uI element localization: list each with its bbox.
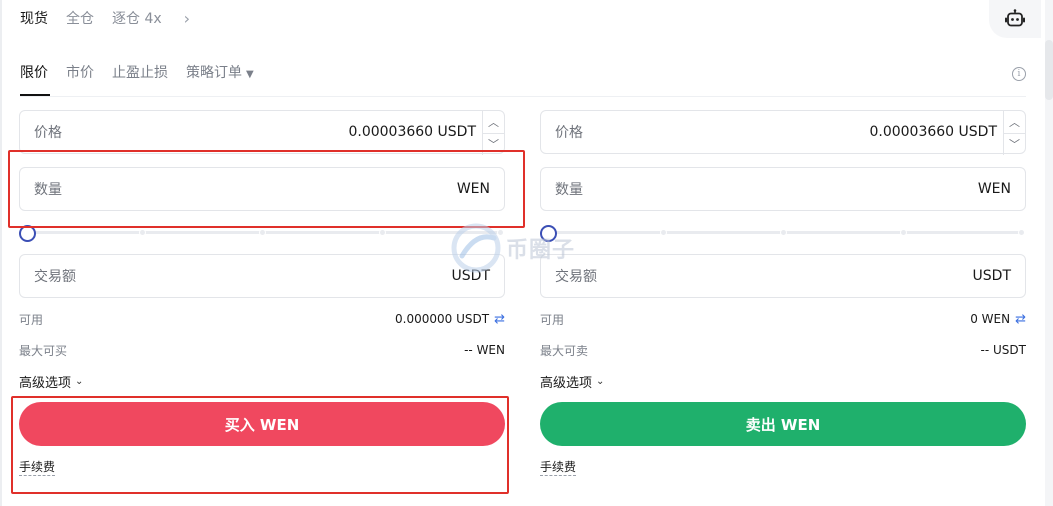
sell-max-row: 最大可卖 -- USDT [540, 340, 1026, 360]
slider-tick-25[interactable] [139, 229, 146, 236]
sell-quantity-label: 数量 [555, 182, 583, 198]
sell-percent-slider[interactable] [540, 225, 1026, 242]
robot-assistant-button[interactable] [989, 0, 1041, 38]
order-type-tabs: 限价 市价 止盈止损 策略订单 ▼ [20, 62, 254, 96]
slider-tick-25[interactable] [660, 229, 667, 236]
chevron-up-icon[interactable]: ︿ [1004, 111, 1025, 133]
buy-advanced-options[interactable]: 高级选项 ⌄ [19, 372, 505, 391]
sell-available-row: 可用 0 WEN ⇄ [540, 309, 1026, 329]
slider-tick-50[interactable] [259, 229, 266, 236]
sell-amount-unit: USDT [972, 268, 1011, 284]
buy-available-row: 可用 0.000000 USDT ⇄ [19, 309, 505, 329]
info-icon[interactable]: i [1012, 67, 1026, 81]
buy-available-label: 可用 [19, 312, 44, 327]
buy-amount-input[interactable]: 交易额 USDT [19, 254, 505, 298]
sell-advanced-label: 高级选项 [540, 375, 593, 391]
mode-cross[interactable]: 全仓 [66, 8, 94, 28]
sell-max-value: -- USDT [980, 343, 1026, 357]
slider-tick-75[interactable] [379, 229, 386, 236]
sell-advanced-options[interactable]: 高级选项 ⌄ [540, 372, 1026, 391]
sell-available-label: 可用 [540, 312, 565, 327]
chevron-down-icon: ⌄ [596, 375, 605, 387]
caret-down-icon: ▼ [246, 69, 254, 80]
buy-available-value: 0.000000 USDT [395, 312, 490, 326]
buy-price-stepper: ︿ ﹀ [482, 111, 504, 155]
buy-price-value: 0.00003660 USDT [348, 124, 476, 140]
left-frame-edge [0, 0, 2, 506]
chevron-down-icon: ⌄ [75, 375, 84, 387]
scrollbar-thumb[interactable] [1045, 40, 1053, 100]
sell-price-input[interactable]: 价格 0.00003660 USDT ︿ ﹀ [540, 110, 1026, 155]
sell-button[interactable]: 卖出 WEN [540, 402, 1026, 446]
sell-fee-link[interactable]: 手续费 [540, 459, 577, 476]
tabs-divider [20, 96, 1026, 97]
watermark: 币圈子 [450, 222, 575, 274]
robot-icon [1005, 9, 1025, 27]
tab-limit[interactable]: 限价 [20, 62, 50, 96]
sell-panel: 价格 0.00003660 USDT ︿ ﹀ 数量 WEN 交易额 USDT 可… [540, 110, 1026, 476]
watermark-text: 币圈子 [506, 238, 576, 263]
slider-tick-100[interactable] [1018, 229, 1025, 236]
slider-tick-75[interactable] [900, 229, 907, 236]
swap-icon[interactable]: ⇄ [494, 312, 505, 327]
buy-price-label: 价格 [34, 125, 62, 141]
chevron-right-icon[interactable]: › [184, 9, 190, 28]
sell-max-label: 最大可卖 [540, 343, 589, 358]
tab-strategy-order[interactable]: 策略订单 ▼ [186, 62, 254, 96]
buy-max-label: 最大可买 [19, 343, 68, 358]
buy-max-row: 最大可买 -- WEN [19, 340, 505, 360]
swap-icon[interactable]: ⇄ [1015, 312, 1026, 327]
sell-price-label: 价格 [555, 125, 583, 141]
annotation-box-buy [11, 396, 509, 494]
watermark-logo-icon [451, 223, 501, 273]
mode-isolated[interactable]: 逐仓 4x [112, 8, 162, 28]
annotation-box-quantity [8, 150, 525, 228]
sell-quantity-input[interactable]: 数量 WEN [540, 167, 1026, 211]
margin-mode-bar: 现货 全仓 逐仓 4x › [20, 0, 190, 36]
tab-market[interactable]: 市价 [66, 62, 94, 96]
chevron-up-icon[interactable]: ︿ [483, 111, 504, 133]
buy-max-value: -- WEN [464, 343, 505, 357]
mode-spot[interactable]: 现货 [20, 8, 48, 28]
sell-available-value: 0 WEN [970, 312, 1011, 326]
tab-strategy-label: 策略订单 [186, 65, 242, 81]
buy-amount-label: 交易额 [34, 269, 76, 285]
slider-tick-50[interactable] [780, 229, 787, 236]
tab-tpsl[interactable]: 止盈止损 [112, 62, 168, 96]
sell-amount-input[interactable]: 交易额 USDT [540, 254, 1026, 298]
sell-price-stepper: ︿ ﹀ [1003, 111, 1025, 155]
buy-price-input[interactable]: 价格 0.00003660 USDT ︿ ﹀ [19, 110, 505, 155]
buy-advanced-label: 高级选项 [19, 375, 72, 391]
sell-quantity-unit: WEN [977, 181, 1011, 197]
sell-price-value: 0.00003660 USDT [869, 124, 997, 140]
chevron-down-icon[interactable]: ﹀ [1004, 132, 1025, 156]
scrollbar[interactable] [1045, 0, 1053, 506]
